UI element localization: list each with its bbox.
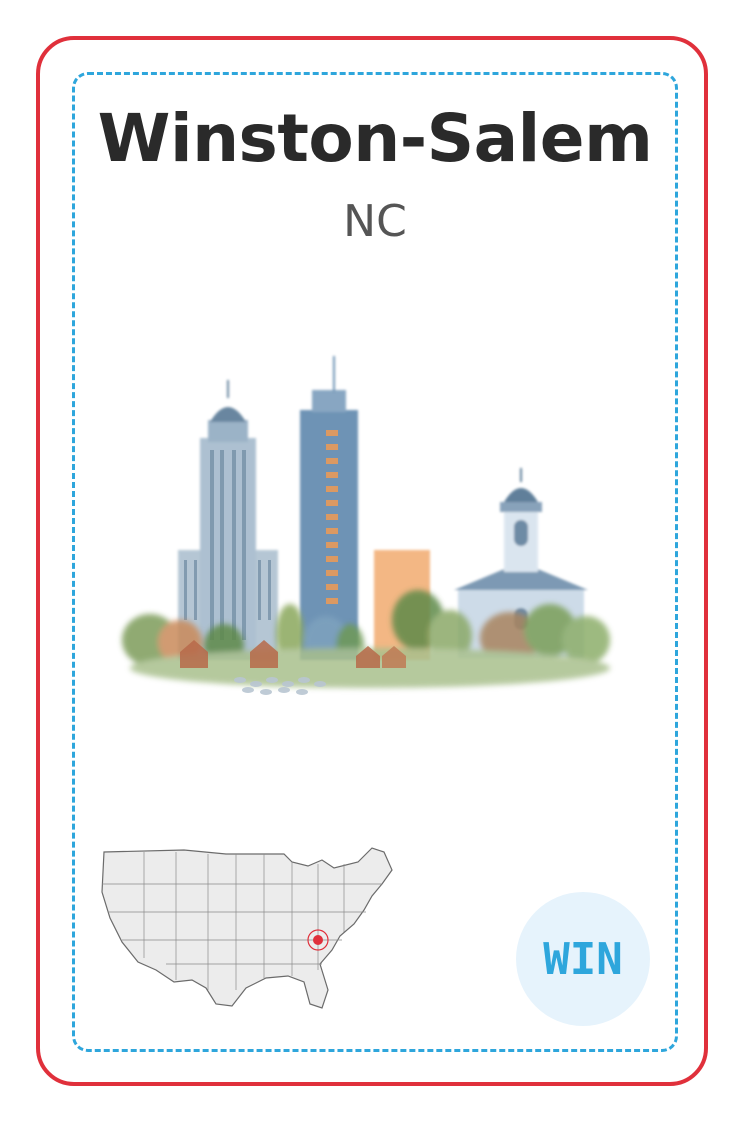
us-map-icon <box>101 847 393 1009</box>
city-code: WIN <box>543 933 623 985</box>
city-code-badge: WIN <box>516 892 650 1026</box>
watercolor-city-skyline-icon <box>122 356 610 695</box>
us-outline <box>101 847 393 1009</box>
state-name: NC <box>343 196 407 247</box>
city-name: Winston-Salem <box>97 100 653 177</box>
location-marker-icon <box>313 935 323 945</box>
